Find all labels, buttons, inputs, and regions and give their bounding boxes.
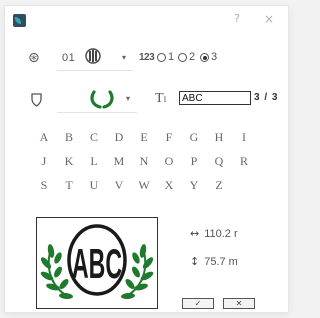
letter-button-f[interactable]: F [160, 128, 178, 146]
radio-lines-2[interactable] [178, 53, 187, 62]
radio-lines-3-label: 3 [211, 51, 218, 63]
radio-lines-2-label: 2 [189, 51, 196, 63]
monogram-text-input[interactable] [179, 91, 251, 105]
font-row: ⊛ 01 ▾ 123 1 2 3 [5, 43, 288, 71]
width-arrow-icon: ↔ [190, 227, 200, 240]
font-dropdown-arrow-icon[interactable]: ▾ [122, 53, 126, 62]
text-tool-icon: TI [155, 91, 167, 106]
letter-button-g[interactable]: G [185, 128, 203, 146]
letter-button-w[interactable]: W [135, 176, 153, 194]
letter-button-m[interactable]: M [110, 152, 128, 170]
monogram-dialog: ? × ⊛ 01 ▾ 123 1 2 3 ▾ TI ABC 3 / 3 A B … [5, 6, 288, 312]
cancel-button[interactable]: ✕ [223, 298, 255, 309]
radio-lines-1-label: 1 [168, 51, 175, 63]
letter-button-v[interactable]: V [110, 176, 128, 194]
letter-button-n[interactable]: N [135, 152, 153, 170]
font-number: 01 [62, 52, 76, 64]
title-bar: ? × [5, 6, 288, 34]
letter-button-e[interactable]: E [135, 128, 153, 146]
app-logo-icon [13, 14, 26, 27]
letter-button-z[interactable]: Z [210, 176, 228, 194]
frame-dropdown-arrow-icon[interactable]: ▾ [126, 94, 130, 103]
frame-shape-icon [31, 93, 42, 107]
letter-button-u[interactable]: U [85, 176, 103, 194]
height-value: 75.7 m [204, 256, 238, 268]
monogram-text: ABC [72, 240, 122, 287]
frame-wreath-preview-icon [90, 90, 114, 109]
line-count-icon: 123 [139, 52, 155, 63]
letter-button-i[interactable]: I [235, 128, 253, 146]
letter-button-b[interactable]: B [60, 128, 78, 146]
radio-lines-1[interactable] [157, 53, 166, 62]
height-readout: ↕ 75.7 m [190, 255, 238, 268]
letter-button-s[interactable]: S [35, 176, 53, 194]
letter-button-x[interactable]: X [160, 176, 178, 194]
letter-button-r[interactable]: R [235, 152, 253, 170]
letter-button-d[interactable]: D [110, 128, 128, 146]
help-button[interactable]: ? [229, 11, 245, 27]
letter-button-t[interactable]: T [60, 176, 78, 194]
monogram-preview: ABC [36, 217, 158, 309]
radio-lines-3[interactable] [200, 53, 209, 62]
monogram-wreath-image: ABC [40, 224, 154, 300]
letter-button-p[interactable]: P [185, 152, 203, 170]
height-arrow-icon: ↕ [190, 255, 200, 268]
width-readout: ↔ 110.2 r [190, 227, 238, 240]
letter-button-a[interactable]: A [35, 128, 53, 146]
letter-button-j[interactable]: J [35, 152, 53, 170]
width-value: 110.2 r [204, 228, 238, 240]
close-button[interactable]: × [261, 11, 277, 27]
letter-button-k[interactable]: K [60, 152, 78, 170]
letter-button-h[interactable]: H [210, 128, 228, 146]
frame-text-row: ▾ TI 3 / 3 [5, 85, 288, 113]
letter-button-q[interactable]: Q [210, 152, 228, 170]
ok-button[interactable]: ✓ [182, 298, 214, 309]
letter-button-l[interactable]: L [85, 152, 103, 170]
monogram-font-icon: ⊛ [28, 50, 40, 66]
character-count: 3 / 3 [254, 92, 279, 103]
letter-button-y[interactable]: Y [185, 176, 203, 194]
letter-button-c[interactable]: C [85, 128, 103, 146]
letter-button-o[interactable]: O [160, 152, 178, 170]
font-style-preview-icon [85, 48, 101, 64]
